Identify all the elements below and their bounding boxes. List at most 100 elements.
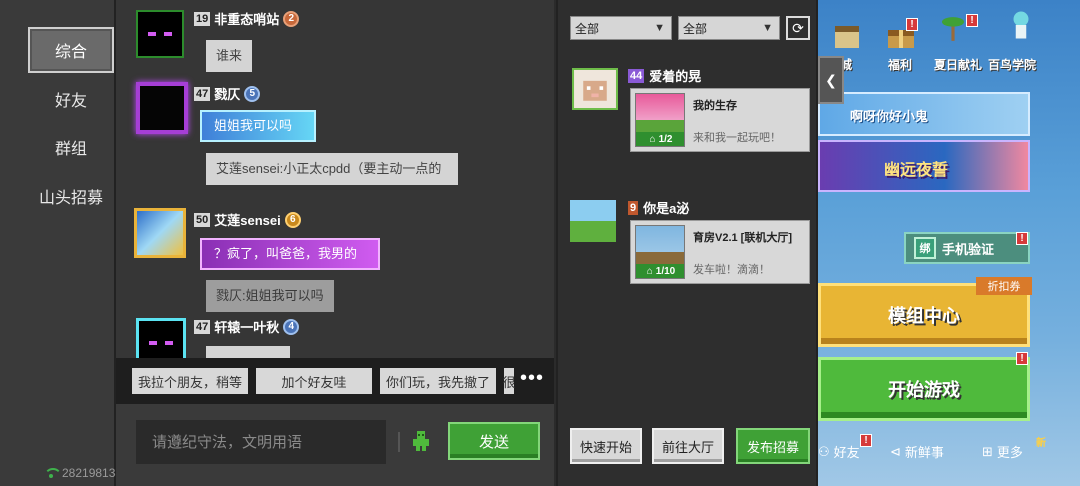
megaphone-icon: ⊲	[890, 443, 901, 459]
quick-phrase[interactable]: 我拉个朋友，稍等	[132, 368, 248, 394]
rank-badge-icon: 2	[283, 10, 300, 27]
top-item-label: 福利	[888, 58, 913, 72]
chevron-down-icon: ▼	[654, 22, 665, 34]
room-card[interactable]: ⌂ 1/2 我的生存 来和我一起玩吧！	[630, 88, 810, 152]
coupon-ribbon: 折扣券	[976, 277, 1032, 295]
alert-badge: !	[1016, 352, 1028, 365]
sender-line: 47 轩辕一叶秋 4	[194, 317, 300, 336]
room-title: 我的生存	[693, 100, 737, 112]
event-banner[interactable]: 啊呀你好小鬼	[818, 92, 1030, 136]
shop-icon[interactable]	[832, 22, 862, 52]
divider	[398, 432, 400, 452]
message-bubble[interactable]: 姐姐我可以吗	[200, 110, 316, 142]
go-lobby-button[interactable]: 前往大厅	[652, 428, 724, 464]
owner-name: 你是a泌	[643, 201, 690, 216]
bind-badge: 绑	[914, 237, 936, 259]
send-button[interactable]: 发送	[448, 422, 540, 460]
collapse-panel-button[interactable]: ❮	[818, 56, 844, 104]
chat-input[interactable]	[136, 420, 386, 464]
room-owner[interactable]: 9 你是a泌	[628, 198, 689, 217]
quick-phrase[interactable]: 你们玩，我先撤了	[380, 368, 496, 394]
sender-name[interactable]: 戮仄	[214, 84, 240, 103]
top-item-label: 夏日献礼	[934, 58, 983, 72]
room-owner[interactable]: 44 爱着的晃	[628, 66, 701, 85]
rank-badge-icon: 5	[244, 85, 261, 102]
message-bubble[interactable]: ？疯了，叫爸爸，我男的	[200, 238, 380, 270]
quoted-reply[interactable]: 戮仄:姐姐我可以吗	[206, 280, 334, 312]
room-description: 发车啦！滴滴！	[693, 264, 770, 276]
start-game-button[interactable]: 开始游戏	[818, 357, 1030, 421]
rank-badge-icon: 4	[283, 318, 300, 335]
level-badge: 44	[628, 68, 645, 83]
bottom-nav-news[interactable]: ⊲ 新鲜事	[890, 442, 944, 461]
avatar[interactable]	[134, 208, 186, 258]
player-count-value: 1/2	[658, 133, 673, 145]
player-count: ⌂ 1/2	[636, 132, 684, 146]
nav-tab-groups[interactable]: 群组	[28, 124, 114, 170]
filter-value: 全部	[575, 21, 600, 36]
quick-start-button[interactable]: 快速开始	[570, 428, 642, 464]
phone-verify-button[interactable]: 绑 手机验证	[904, 232, 1030, 264]
avatar[interactable]	[136, 10, 184, 58]
sender-line: 19 非重态哨站 2	[194, 9, 300, 28]
grid-icon: ⊞	[982, 443, 993, 459]
palm-tree-icon[interactable]	[938, 14, 968, 44]
room-filter-type[interactable]: 全部 ▼	[678, 16, 780, 40]
quick-phrase[interactable]: 加个好友哇	[256, 368, 372, 394]
person-icon: ⚇	[818, 443, 830, 459]
nav-tab-general[interactable]: 综合	[28, 27, 114, 73]
bottom-nav-label: 更多	[996, 445, 1023, 460]
player-count: ⌂ 1/10	[636, 264, 684, 278]
room-filter-mode[interactable]: 全部 ▼	[570, 16, 672, 40]
sender-line: 50 艾莲sensei 6	[194, 210, 301, 229]
owner-name: 爱着的晃	[649, 69, 702, 84]
message-bubble[interactable]	[206, 346, 290, 358]
room-thumbnail: ⌂ 1/2	[635, 93, 685, 147]
banner-title: 啊呀你好小鬼	[850, 109, 929, 124]
sender-name[interactable]: 艾莲sensei	[214, 210, 280, 229]
top-item-label: 百鸟学院	[988, 58, 1037, 72]
emoji-icon[interactable]	[410, 430, 432, 452]
bottom-nav-more[interactable]: ⊞ 更多	[982, 442, 1023, 461]
sender-line: 47 戮仄 5	[194, 84, 261, 103]
nav-tab-recruit[interactable]: 山头招募	[28, 173, 114, 219]
bottom-nav-friends[interactable]: ⚇ 好友	[818, 442, 860, 461]
avatar[interactable]	[570, 200, 616, 242]
room-card[interactable]: ⌂ 1/10 育房V2.1 [联机大厅] 发车啦！滴滴！	[630, 220, 810, 284]
event-banner[interactable]: 幽远夜誓	[818, 140, 1030, 192]
character-icon[interactable]	[1006, 10, 1036, 40]
avatar[interactable]	[136, 318, 186, 358]
bottom-nav-label: 新鲜事	[904, 445, 944, 460]
sender-name[interactable]: 非重态哨站	[214, 9, 279, 28]
refresh-icon[interactable]: ⟳	[786, 16, 810, 40]
quick-phrase[interactable]: 很	[503, 368, 516, 394]
chat-message-list[interactable]: 19 非重态哨站 2 谁来 47 戮仄 5 姐姐我可以吗 艾莲sensei:小正…	[116, 0, 554, 358]
wifi-icon	[44, 468, 62, 478]
post-recruit-button[interactable]: 发布招募	[736, 428, 810, 464]
level-badge: 9	[628, 200, 639, 215]
level-badge: 19	[194, 11, 211, 26]
home-icon: ⌂	[646, 265, 653, 277]
sender-name[interactable]: 轩辕一叶秋	[214, 317, 279, 336]
bottom-nav-label: 好友	[833, 445, 860, 460]
avatar[interactable]	[572, 68, 618, 110]
nav-tab-friends[interactable]: 好友	[28, 76, 114, 122]
alert-badge: !	[966, 14, 978, 27]
chevron-down-icon: ▼	[762, 22, 773, 34]
alert-badge: !	[1016, 232, 1028, 245]
chat-category-nav: 综合 好友 群组 山头招募 2821981385	[0, 0, 129, 486]
rank-badge-icon: 6	[284, 211, 301, 228]
phone-verify-label: 手机验证	[942, 241, 995, 257]
message-bubble[interactable]: 谁来	[206, 40, 253, 72]
quoted-reply[interactable]: 艾莲sensei:小正太cpdd（要主动一点的	[206, 153, 458, 185]
banner-title: 幽远夜誓	[884, 162, 949, 179]
chat-input-bar: 发送	[116, 404, 554, 486]
chevron-left-icon: ❮	[825, 71, 837, 88]
new-tag: 新	[1036, 438, 1046, 449]
sheep-icon	[574, 70, 616, 108]
alert-badge: !	[906, 18, 918, 31]
filter-value: 全部	[683, 21, 708, 36]
room-thumbnail: ⌂ 1/10	[635, 225, 685, 279]
more-phrases-button[interactable]: •••	[513, 368, 544, 388]
avatar[interactable]	[136, 82, 188, 134]
